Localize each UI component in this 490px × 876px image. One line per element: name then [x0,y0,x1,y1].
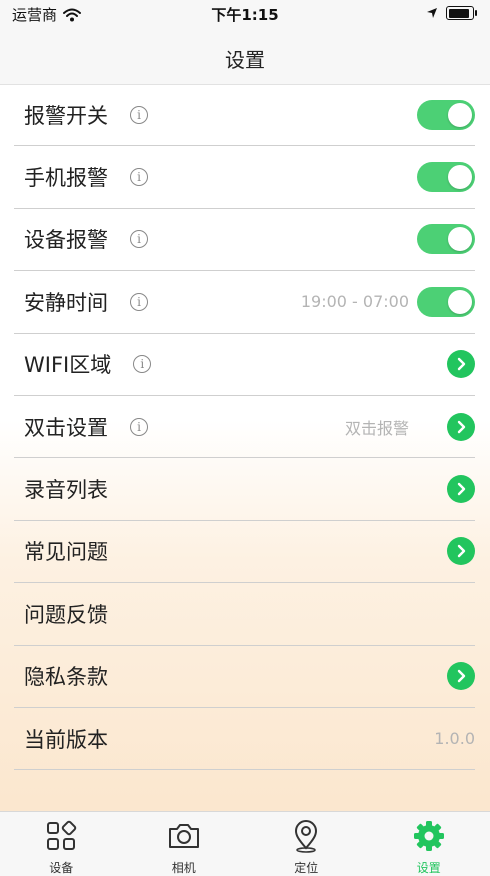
settings-row[interactable]: 录音列表 [14,458,475,521]
grid-icon [43,818,79,858]
settings-row-label: 问题反馈 [24,602,108,627]
battery-icon [446,6,477,20]
settings-row-label: 报警开关 [24,103,108,128]
status-right [426,6,477,20]
toggle-switch[interactable] [417,224,475,255]
tab-label: 设备 [49,861,74,875]
settings-row-value: 19:00 - 07:00 [300,292,409,312]
settings-row-value: 1.0.0 [434,729,475,749]
settings-row-label: WIFI区域 [24,353,112,378]
settings-row[interactable]: 问题反馈 [14,583,475,646]
info-icon[interactable]: i [130,168,148,187]
tab-4[interactable]: 设置 [368,812,490,876]
info-icon[interactable]: i [130,292,148,311]
tab-label: 相机 [171,861,196,875]
clock: 下午1:15 [211,6,279,24]
camera-icon [166,818,202,858]
chevron-right-icon[interactable] [447,350,475,379]
tab-3[interactable]: 定位 [245,812,368,876]
location-arrow-icon [427,8,437,18]
chevron-right-icon[interactable] [447,475,475,504]
chevron-right-icon[interactable] [447,412,475,441]
chevron-right-icon[interactable] [447,537,475,566]
tab-label: 设置 [416,861,441,875]
settings-row-label: 设备报警 [24,228,108,253]
info-icon[interactable]: i [130,105,148,124]
settings-row[interactable]: 当前版本 1.0.0 [14,708,475,771]
settings-row-label: 常见问题 [24,540,108,565]
settings-row-label: 双击设置 [24,415,108,440]
tab-2[interactable]: 相机 [123,812,246,876]
settings-row-label: 隐私条款 [24,665,108,690]
settings-row[interactable]: 手机报警 i [14,146,475,209]
toggle-switch[interactable] [417,286,475,317]
settings-row[interactable]: 安静时间 i 19:00 - 07:00 [14,271,475,334]
tab-label: 定位 [294,861,319,875]
settings-row-label: 当前版本 [24,727,108,752]
settings-row[interactable]: 设备报警 i [14,209,475,272]
chevron-right-icon[interactable] [447,662,475,691]
settings-row-label: 手机报警 [24,166,108,191]
gear-icon [411,818,447,858]
settings-row-label: 录音列表 [24,478,108,503]
settings-row-label: 安静时间 [24,290,108,315]
location-pin-icon [288,818,324,858]
navigation-bar: 设置 [0,30,490,85]
settings-row[interactable]: 隐私条款 [14,646,475,708]
settings-list: 报警开关 i 手机报警 i 设备报警 i 安静时间 i 19:00 - 07:00 WIFI区域 i… [0,84,490,771]
toggle-switch[interactable] [417,162,475,193]
settings-row[interactable]: 报警开关 i [14,84,475,147]
tab-1[interactable]: 设备 [0,812,123,876]
settings-row[interactable]: 双击设置 i 双击报警 [14,396,475,459]
settings-row-value: 双击报警 [344,418,409,438]
settings-row[interactable]: WIFI区域 i [14,334,475,396]
tab-bar: 设备 相机 定位 设置 [0,811,490,876]
status-bar: 运营商 下午1:15 [0,0,490,30]
info-icon[interactable]: i [130,417,148,436]
settings-row[interactable]: 常见问题 [14,521,475,584]
info-icon[interactable]: i [133,355,152,374]
page-title: 设置 [225,48,265,72]
info-icon[interactable]: i [130,230,148,249]
toggle-switch[interactable] [417,99,475,130]
